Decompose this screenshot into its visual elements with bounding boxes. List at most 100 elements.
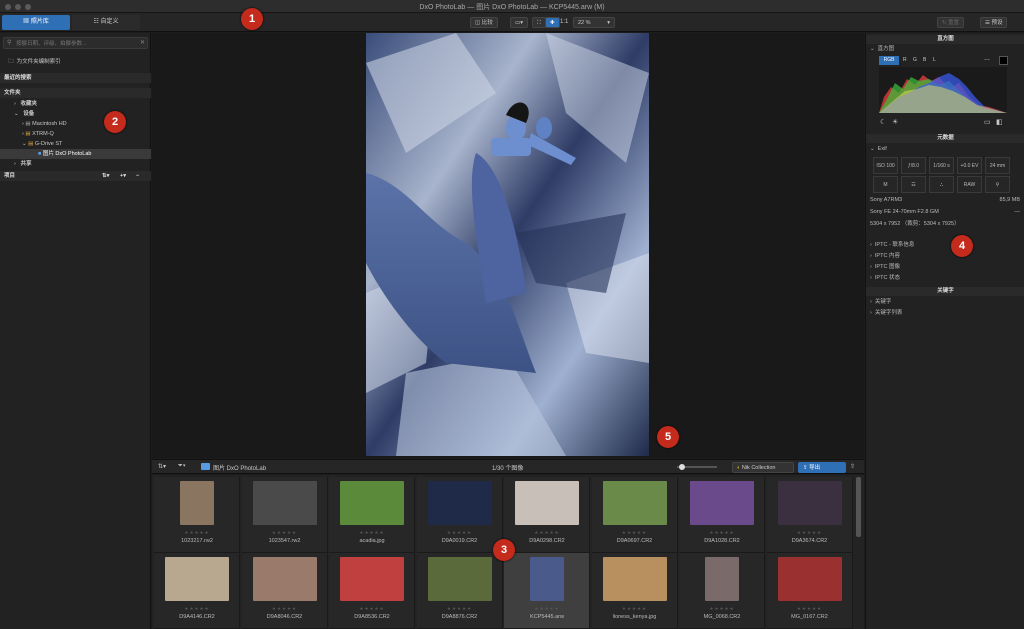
rating-stars[interactable]: ★★★★★ [154, 530, 240, 536]
rating-stars[interactable]: ★★★★★ [679, 606, 765, 612]
recent-searches-header[interactable]: 最近的搜索 [0, 73, 151, 83]
rating-stars[interactable]: ★★★★★ [504, 606, 590, 612]
sun-icon[interactable]: ☀ [892, 118, 898, 126]
tree-favorites[interactable]: › 收藏夹 [0, 99, 151, 109]
crosshair-button[interactable]: ✚ [545, 17, 560, 28]
chevron-right-icon: › [22, 131, 24, 137]
thumbnail-cell[interactable]: ★★★★★ D9A0019.CR2 [416, 477, 503, 553]
add-project-icon[interactable]: +▾ [120, 171, 126, 181]
clipping-icon[interactable]: ⌁⌁ [984, 57, 990, 63]
right-panel: 直方图 ⌄ 直方图 RGB R G B L ⌁⌁ ☾ ☀ ▭ ◧ 元数据 ⌄ E… [865, 33, 1024, 629]
moon-icon[interactable]: ☾ [880, 118, 886, 126]
preset-button[interactable]: ☰ 预设 [980, 17, 1008, 28]
iptc-contact-toggle[interactable]: › IPTC - 联系信息 [870, 241, 1020, 250]
thumbnail-size-slider[interactable] [677, 464, 717, 470]
filmstrip-toolbar: ⇅▾ ⏷▾ 图片 DxO PhotoLab 1/30 个图像 ◐ Nik Col… [152, 459, 864, 474]
window-title: DxO PhotoLab — 图片 DxO PhotoLab — KCP5445… [419, 4, 605, 11]
thumbnail-cell[interactable]: ★★★★★ D9A1028.CR2 [679, 477, 765, 553]
display-mode-button[interactable]: ▭▾ [510, 17, 528, 28]
clear-search-icon[interactable]: ✕ [140, 39, 145, 46]
projects-header[interactable]: 项目 ⇅▾ +▾ − [0, 171, 151, 181]
thumbnail-filename: 1023217.rw2 [181, 538, 213, 544]
exif-section-toggle[interactable]: ⌄ Exif [870, 145, 1020, 154]
sort-icon[interactable]: ⇅▾ [102, 171, 109, 181]
thumbnail-cell[interactable]: ★★★★★ D9A8876.CR2 [416, 553, 503, 629]
tab-library[interactable]: ▦ 照片库 [2, 15, 70, 30]
thumbnail-cell[interactable]: ★★★★★ D9A0298.CR2 [504, 477, 590, 553]
thumbnail-image [705, 557, 739, 601]
sort-icon[interactable]: ⇅▾ [158, 463, 166, 470]
tree-shared[interactable]: › 共享 [0, 159, 151, 169]
channel-r[interactable]: R [903, 56, 907, 65]
rating-stars[interactable]: ★★★★★ [679, 530, 765, 536]
thumbnail-cell[interactable]: ★★★★★ 1023547.rw2 [241, 477, 328, 553]
zoom-select[interactable]: 22 % ▾ [573, 17, 615, 28]
clipping-swatch[interactable] [999, 56, 1008, 65]
rating-stars[interactable]: ★★★★★ [242, 530, 328, 536]
histogram-section-toggle[interactable]: ⌄ 直方图 [870, 45, 1020, 54]
search-box[interactable]: ⚲ ✕ [3, 37, 148, 49]
fit-button[interactable]: ⛶ [532, 17, 546, 28]
compare-button[interactable]: ◫ 比较 [470, 17, 498, 28]
channel-b[interactable]: B [923, 56, 926, 65]
nik-collection-button[interactable]: ◐ Nik Collection [732, 462, 794, 473]
zoom-1to1-button[interactable]: 1:1 [560, 19, 568, 25]
tree-devices[interactable]: ⌄ 设备 [0, 109, 151, 119]
rating-stars[interactable]: ★★★★★ [767, 606, 853, 612]
rating-stars[interactable]: ★★★★★ [417, 606, 503, 612]
sliders-icon: ☷ [93, 19, 99, 25]
iptc-status-toggle[interactable]: › IPTC 状态 [870, 274, 1020, 283]
keyword-list-toggle[interactable]: › 关键字列表 [870, 309, 1020, 318]
thumbnail-cell[interactable]: ★★★★★ KCP5445.arw [504, 553, 590, 629]
thumbnail-cell[interactable]: ★★★★★ acadia.jpg [329, 477, 415, 553]
photo-image [366, 33, 649, 456]
slider-handle[interactable] [679, 464, 685, 470]
rating-stars[interactable]: ★★★★★ [329, 606, 415, 612]
search-input[interactable] [16, 39, 136, 48]
rating-stars[interactable]: ★★★★★ [154, 606, 240, 612]
rating-stars[interactable]: ★★★★★ [592, 606, 678, 612]
thumbnail-cell[interactable]: ★★★★★ D9A3674.CR2 [766, 477, 853, 553]
rating-stars[interactable]: ★★★★★ [504, 530, 590, 536]
thumbnail-image [777, 481, 842, 525]
filmstrip-scrollbar[interactable] [856, 477, 861, 537]
tree-macintosh-hd[interactable]: › ▤ Macintosh HD [0, 119, 151, 129]
thumbnail-cell[interactable]: ★★★★★ D9A8046.CR2 [241, 553, 328, 629]
iptc-image-toggle[interactable]: › IPTC 图像 [870, 263, 1020, 272]
monitor-split-icon[interactable]: ◧ [996, 118, 1003, 126]
tree-folder-selected[interactable]: ■ 图片 DxO PhotoLab [0, 149, 151, 159]
rating-stars[interactable]: ★★★★★ [767, 530, 853, 536]
thumbnail-cell[interactable]: ★★★★★ MG_0068.CR2 [679, 553, 765, 629]
index-folder-button[interactable]: 🗀 为文件夹编制索引 [0, 57, 151, 67]
remove-project-icon[interactable]: − [136, 171, 139, 181]
tree-g-drive[interactable]: ⌄ ▤ G-Drive ST [0, 139, 151, 149]
filter-icon[interactable]: ⏷▾ [178, 463, 186, 470]
channel-l[interactable]: L [933, 56, 936, 65]
tab-customize[interactable]: ☷ 自定义 [72, 15, 140, 30]
thumbnail-cell[interactable]: ★★★★★ D9A0697.CR2 [591, 477, 678, 553]
iptc-content-toggle[interactable]: › IPTC 内容 [870, 252, 1020, 261]
folders-header[interactable]: 文件夹 [0, 88, 151, 98]
monitor-icon[interactable]: ▭ [984, 118, 991, 126]
channel-rgb[interactable]: RGB [879, 56, 899, 65]
thumbnail-cell[interactable]: ★★★★★ MG_0167.CR2 [766, 553, 853, 629]
rating-stars[interactable]: ★★★★★ [592, 530, 678, 536]
exif-shutter: 1/160 s [929, 157, 954, 174]
export-button[interactable]: ⇪ 导出 [798, 462, 846, 473]
rating-stars[interactable]: ★★★★★ [329, 530, 415, 536]
thumbnail-cell[interactable]: ★★★★★ lioness_kenya.jpg [591, 553, 678, 629]
keywords-toggle[interactable]: › 关键字 [870, 298, 1020, 307]
thumbnail-image [165, 557, 229, 601]
thumbnail-cell[interactable]: ★★★★★ D9A4146.CR2 [154, 553, 240, 629]
channel-g[interactable]: G [913, 56, 917, 65]
thumbnail-cell[interactable]: ★★★★★ 1023217.rw2 [154, 477, 240, 553]
thumbnail-cell[interactable]: ★★★★★ D9A8536.CR2 [329, 553, 415, 629]
share-icon[interactable]: ⇧ [850, 463, 855, 470]
preset-icon: ☰ [985, 20, 990, 26]
thumbnail-filename: MG_0068.CR2 [703, 614, 741, 620]
rating-stars[interactable]: ★★★★★ [242, 606, 328, 612]
reset-button[interactable]: ↻ 重置 [937, 17, 965, 28]
tree-xtrm-q[interactable]: › ▤ XTRM-Q [0, 129, 151, 139]
thumbnail-image [180, 481, 214, 525]
rating-stars[interactable]: ★★★★★ [417, 530, 503, 536]
